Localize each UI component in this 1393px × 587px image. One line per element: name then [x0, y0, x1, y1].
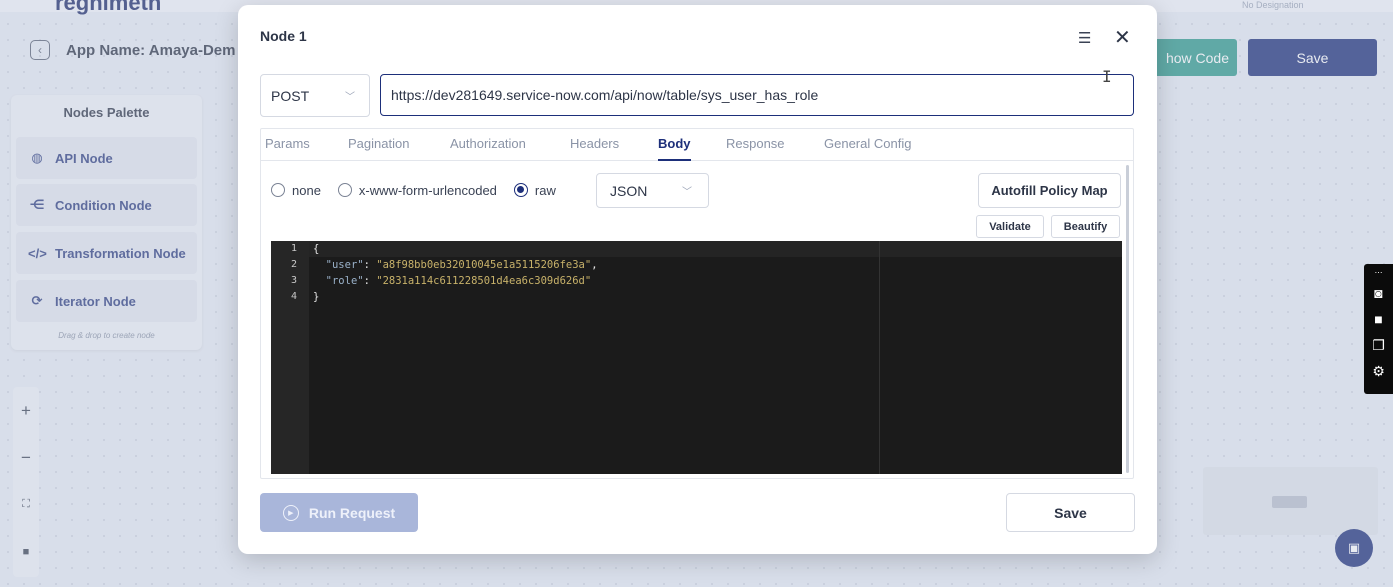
- radio-urlencoded[interactable]: [337, 183, 352, 197]
- tab-params[interactable]: Params: [265, 136, 310, 161]
- url-input[interactable]: [380, 74, 1134, 116]
- body-format-select[interactable]: JSON ﹀: [596, 173, 709, 208]
- tab-headers[interactable]: Headers: [570, 136, 619, 161]
- code-line-3: "role": "2831a114c611228501d4ea6c309d626…: [325, 275, 592, 287]
- close-icon[interactable]: ✕: [1114, 25, 1131, 50]
- code-value-user: "a8f98bb0eb32010045e1a5115206fe3a": [376, 259, 592, 271]
- sliders-icon[interactable]: ☰: [1078, 29, 1091, 47]
- text-cursor-icon: I: [1102, 67, 1112, 86]
- panel-scrollbar[interactable]: [1126, 165, 1129, 473]
- video-icon[interactable]: ■: [1374, 306, 1382, 332]
- gear-icon[interactable]: ⚙: [1372, 358, 1385, 384]
- request-tabs: Params Pagination Authorization Headers …: [261, 129, 1133, 161]
- body-format-value: JSON: [610, 182, 648, 199]
- tab-authorization[interactable]: Authorization: [450, 136, 526, 161]
- http-method-value: POST: [271, 87, 310, 104]
- radio-none-label: none: [292, 182, 321, 198]
- print-margin: [879, 241, 880, 474]
- windows-icon[interactable]: ❐: [1372, 332, 1385, 358]
- active-line-highlight: [271, 241, 1122, 257]
- chevron-down-icon: ﹀: [682, 187, 692, 198]
- chevron-down-icon: ﹀: [345, 92, 355, 103]
- code-close-brace: }: [313, 291, 320, 303]
- tab-response[interactable]: Response: [726, 136, 785, 161]
- line-number: 2: [290, 259, 297, 270]
- code-line-2: "user": "a8f98bb0eb32010045e1a5115206fe3…: [325, 259, 598, 271]
- camera-icon[interactable]: ◙: [1374, 280, 1382, 306]
- radio-urlencoded-label: x-www-form-urlencoded: [358, 182, 497, 198]
- code-open-brace: {: [313, 243, 320, 255]
- tab-body[interactable]: Body: [658, 136, 691, 161]
- recorder-toolbar: ⋯ ◙ ■ ❐ ⚙: [1364, 264, 1393, 394]
- code-key-role: "role": [325, 275, 364, 287]
- node-config-modal: Node 1 ☰ ✕ POST ﹀ I Params Pagination Au…: [238, 5, 1157, 554]
- autofill-policy-map-button[interactable]: Autofill Policy Map: [978, 173, 1121, 208]
- json-body-editor[interactable]: 1 2 3 4 { "user": "a8f98bb0eb32010045e1a…: [271, 241, 1122, 474]
- modal-title: Node 1: [260, 28, 307, 44]
- beautify-button[interactable]: Beautify: [1051, 215, 1120, 238]
- more-icon[interactable]: ⋯: [1375, 266, 1383, 280]
- line-number: 4: [290, 291, 297, 302]
- line-number: 1: [290, 243, 297, 254]
- radio-raw[interactable]: [513, 183, 528, 197]
- radio-raw-label: raw: [534, 182, 556, 198]
- play-icon: ▶: [282, 504, 299, 521]
- code-value-role: "2831a114c611228501d4ea6c309d626d": [376, 275, 592, 287]
- line-number: 3: [290, 275, 297, 286]
- body-type-options: none x-www-form-urlencoded raw: [271, 181, 556, 199]
- run-request-button[interactable]: ▶ Run Request: [260, 493, 418, 532]
- validate-button[interactable]: Validate: [976, 215, 1044, 238]
- code-line-4: }: [313, 291, 319, 303]
- tab-pagination[interactable]: Pagination: [348, 136, 409, 161]
- http-method-select[interactable]: POST ﹀: [260, 74, 370, 117]
- run-request-label: Run Request: [308, 504, 396, 521]
- code-line-1: {: [313, 243, 319, 255]
- modal-save-button[interactable]: Save: [1006, 493, 1135, 532]
- request-panel: Params Pagination Authorization Headers …: [260, 128, 1134, 479]
- code-key-user: "user": [325, 259, 364, 271]
- tab-general-config[interactable]: General Config: [824, 136, 911, 161]
- radio-none[interactable]: [271, 183, 285, 197]
